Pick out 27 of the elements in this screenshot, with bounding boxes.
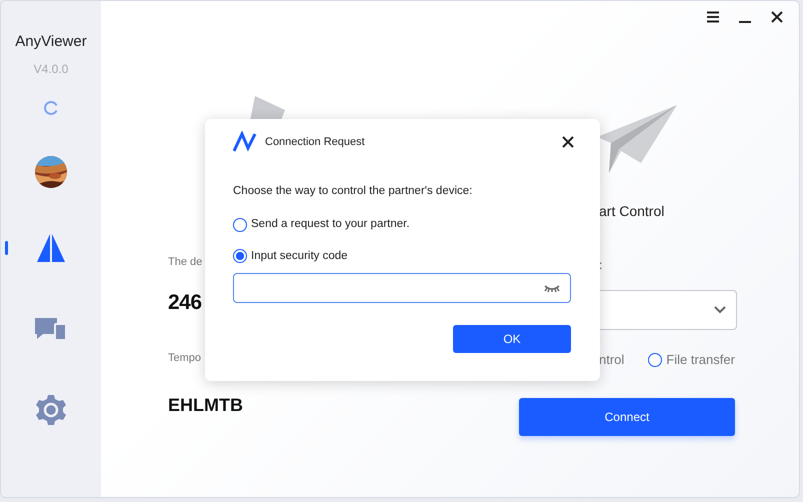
menu-icon[interactable] (707, 11, 719, 23)
device-id-label: The de (168, 255, 202, 270)
option-radio[interactable]: Send a request to your partner. (233, 216, 572, 234)
chevron-down-icon (714, 306, 726, 314)
paper-plane-icon (597, 103, 677, 175)
connect-button[interactable]: Connect (519, 398, 735, 436)
temporary-code: EHLMTB (168, 394, 243, 416)
file-transfer-radio[interactable]: File transfer (648, 350, 735, 370)
mode-option-label: ntrol (599, 351, 624, 369)
mode-title: art Control (599, 202, 666, 221)
version-label: V4.0.0 (34, 60, 68, 78)
temporary-code-label: Tempo (168, 351, 202, 366)
close-icon[interactable] (771, 11, 783, 23)
security-code-field[interactable] (233, 272, 571, 303)
settings-icon[interactable] (35, 394, 67, 426)
partner-id-label: : (599, 257, 604, 274)
dialog-prompt: Choose the way to control the partner's device: (233, 184, 474, 199)
close-icon[interactable] (562, 136, 574, 148)
device-id: 246 (168, 290, 202, 316)
app-name: AnyViewer (15, 32, 87, 52)
devices-icon[interactable] (35, 316, 67, 342)
logo-icon (233, 131, 257, 153)
connect-icon[interactable] (35, 232, 67, 264)
hidden-eye-icon[interactable] (544, 284, 560, 292)
option-radio[interactable]: Input security code (233, 248, 572, 265)
ok-button[interactable]: OK (453, 324, 571, 353)
dialog-title: Connection Request (265, 134, 365, 150)
